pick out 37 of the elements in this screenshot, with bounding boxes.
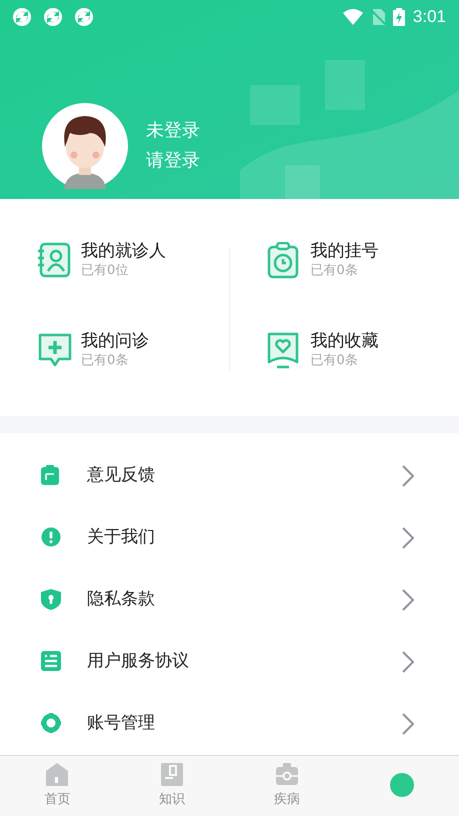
shortcut-count: 已有0条	[310, 352, 359, 370]
menu-item[interactable]: 意见反馈	[0, 444, 459, 507]
medical-case-icon	[274, 762, 299, 788]
shortcut-count: 已有0条	[310, 262, 359, 280]
gear-icon	[41, 713, 61, 734]
menu-item[interactable]: 用户服务协议	[0, 630, 459, 693]
battery-charging-icon	[392, 8, 405, 26]
shortcut-count: 已有0位	[81, 262, 130, 280]
chevron-right-icon	[402, 712, 414, 735]
menu-item[interactable]: 账号管理	[0, 692, 459, 755]
chevron-right-icon	[402, 588, 414, 611]
avatar-drawing[interactable]	[42, 103, 128, 189]
shield-icon	[41, 589, 61, 610]
menu-item[interactable]: 隐私条款	[0, 568, 459, 631]
document-icon	[160, 762, 184, 788]
no-sim-icon	[370, 9, 385, 25]
person-card-icon	[37, 242, 73, 279]
sync-icon	[75, 8, 93, 26]
chevron-right-icon	[402, 526, 414, 549]
chevron-right-icon	[402, 464, 414, 487]
chat-plus-icon	[37, 332, 73, 369]
info-icon	[41, 527, 61, 548]
shortcut-title[interactable]: 我的挂号	[310, 240, 378, 262]
wifi-icon	[342, 9, 363, 25]
shortcut-title[interactable]: 我的收藏	[310, 330, 378, 352]
list-icon	[41, 651, 61, 672]
shortcut-count: 已有0条	[81, 352, 130, 370]
shortcut-title[interactable]: 我的就诊人	[81, 240, 166, 262]
status-time: 3:01	[412, 6, 446, 28]
sync-icon	[44, 8, 62, 26]
clipboard-icon	[41, 465, 61, 486]
shortcut-title[interactable]: 我的问诊	[81, 330, 149, 352]
chevron-right-icon	[402, 650, 414, 673]
login-status: 未登录	[146, 119, 200, 143]
sync-icon	[13, 8, 31, 26]
house-icon	[45, 762, 70, 788]
menu-item[interactable]: 关于我们	[0, 506, 459, 569]
